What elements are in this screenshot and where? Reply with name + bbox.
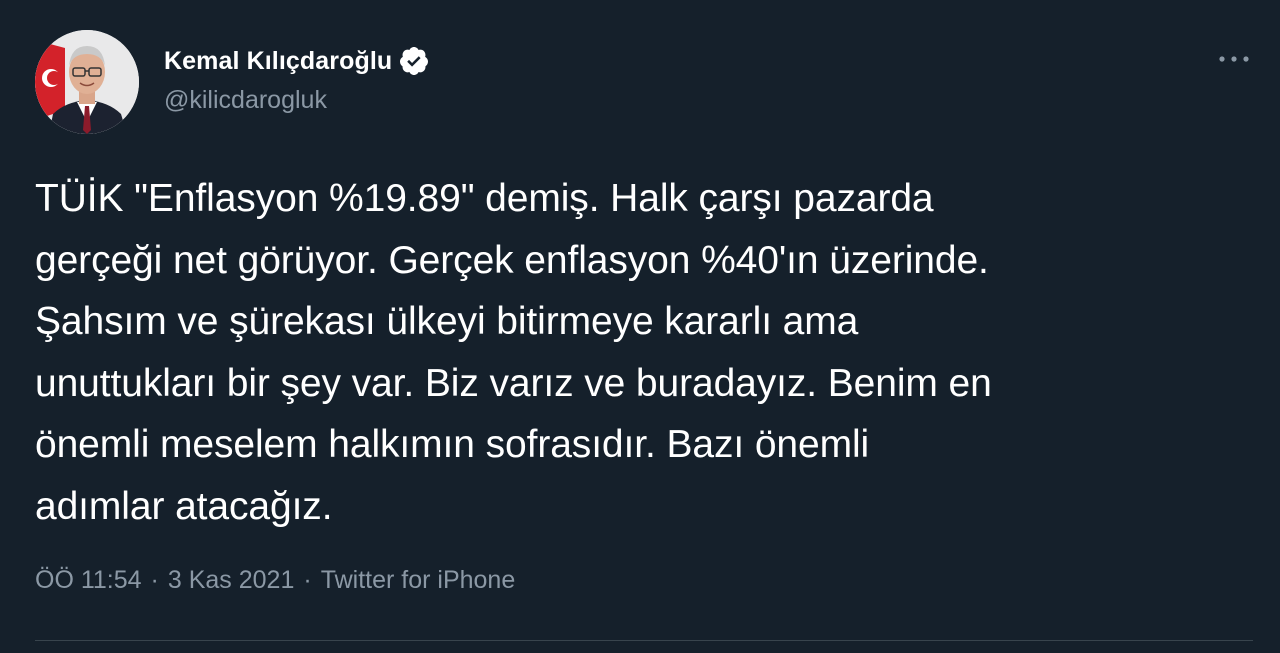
tweet-date[interactable]: 3 Kas 2021	[168, 566, 295, 595]
avatar[interactable]	[35, 30, 139, 134]
tweet-source[interactable]: Twitter for iPhone	[321, 566, 516, 595]
author-name-row[interactable]: Kemal Kılıçdaroğlu	[164, 44, 430, 78]
verified-badge-icon	[400, 47, 429, 75]
author-name[interactable]: Kemal Kılıçdaroğlu	[164, 47, 392, 76]
tweet-metadata: ÖÖ 11:54 · 3 Kas 2021 · Twitter for iPho…	[35, 566, 515, 595]
meta-separator: ·	[303, 566, 312, 594]
divider	[35, 640, 1253, 641]
tweet-text: TÜİK "Enflasyon %19.89" demiş. Halk çarş…	[35, 177, 992, 528]
tweet-time[interactable]: ÖÖ 11:54	[35, 566, 142, 595]
meta-separator: ·	[150, 566, 159, 594]
more-options-button[interactable]	[1214, 44, 1254, 74]
more-options-icon	[1219, 56, 1249, 62]
author-handle[interactable]: @kilicdarogluk	[164, 86, 327, 115]
tweet: Kemal Kılıçdaroğlu @kilicdarogluk TÜİK "…	[0, 0, 1280, 653]
avatar-photo	[35, 30, 139, 134]
